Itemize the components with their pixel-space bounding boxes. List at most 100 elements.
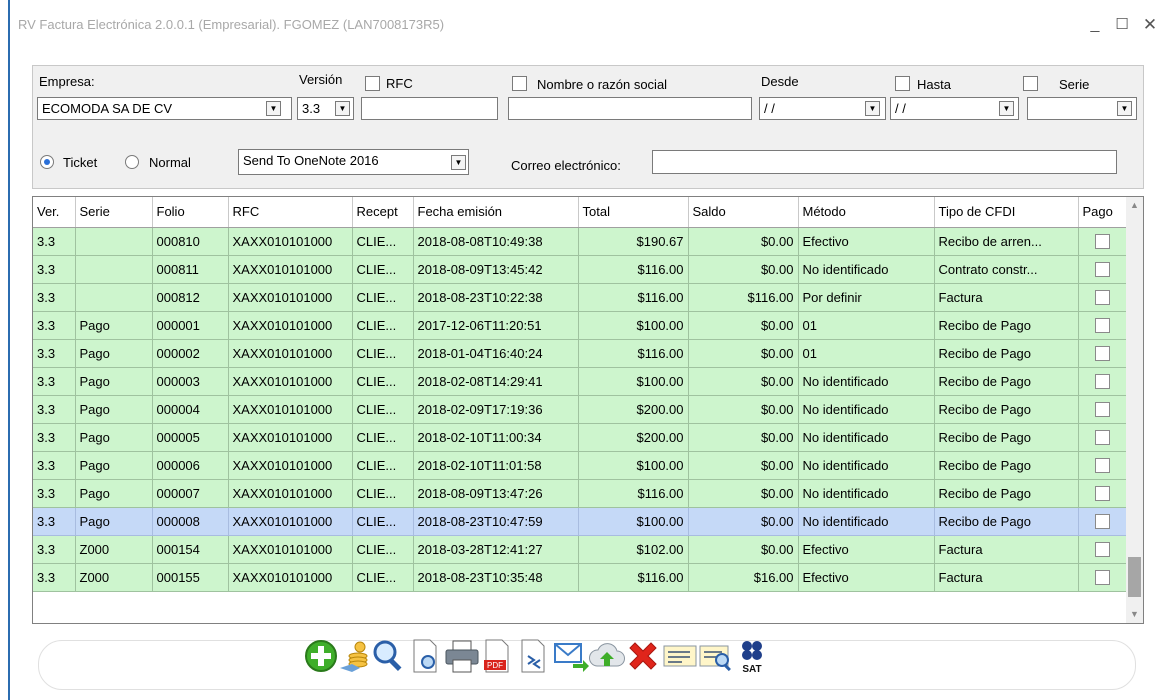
- nombre-input[interactable]: [508, 97, 752, 120]
- table-row[interactable]: 3.3 Pago 000006 XAXX010101000 CLIE... 2018-02…: [33, 451, 1128, 480]
- table-cell: Pago: [75, 451, 153, 480]
- pago-checkbox[interactable]: [1095, 318, 1110, 334]
- add-icon[interactable]: [303, 638, 339, 674]
- serie-dropdown-icon[interactable]: ▼: [1117, 101, 1132, 116]
- pago-checkbox[interactable]: [1095, 346, 1110, 362]
- nombre-checkbox[interactable]: [512, 76, 527, 91]
- invoices-grid[interactable]: Ver. Serie Folio RFC Recept Fecha emisión Tota…: [32, 196, 1144, 624]
- column-header[interactable]: Total: [578, 197, 689, 228]
- scroll-up-icon[interactable]: ▲: [1126, 197, 1143, 214]
- sat-icon[interactable]: SAT: [734, 638, 770, 674]
- table-row[interactable]: 3.3 000811 XAXX010101000 CLIE... 2018-08-09T…: [33, 255, 1128, 284]
- list-search-icon[interactable]: [698, 638, 734, 674]
- preview-document-icon[interactable]: [408, 638, 444, 674]
- pdf-icon[interactable]: PDF: [480, 638, 516, 674]
- pago-checkbox[interactable]: [1095, 542, 1110, 558]
- table-cell: 2018-02-10T11:01:58: [413, 451, 579, 480]
- pago-checkbox[interactable]: [1095, 514, 1110, 530]
- maximize-button[interactable]: ☐: [1110, 14, 1134, 36]
- table-cell: No identificado: [798, 423, 935, 452]
- table-row[interactable]: 3.3 Z000 000155 XAXX010101000 CLIE... 2018-08…: [33, 563, 1128, 592]
- print-icon[interactable]: [444, 638, 480, 674]
- table-row[interactable]: 3.3 Pago 000008 XAXX010101000 CLIE... 2018-08…: [33, 507, 1128, 536]
- column-header[interactable]: Saldo: [688, 197, 799, 228]
- send-email-icon[interactable]: [553, 638, 589, 674]
- table-cell: $116.00: [578, 339, 689, 368]
- pago-checkbox[interactable]: [1095, 486, 1110, 502]
- pago-checkbox[interactable]: [1095, 234, 1110, 250]
- scroll-thumb[interactable]: [1128, 557, 1141, 597]
- rfc-checkbox[interactable]: [365, 76, 380, 91]
- column-header[interactable]: Método: [798, 197, 935, 228]
- serie-checkbox[interactable]: [1023, 76, 1038, 91]
- table-row[interactable]: 3.3 000810 XAXX010101000 CLIE... 2018-08-08T…: [33, 227, 1128, 256]
- minimize-button[interactable]: _: [1083, 14, 1107, 36]
- cloud-upload-icon[interactable]: [589, 638, 625, 674]
- search-icon[interactable]: [371, 638, 407, 674]
- hasta-date-value: / /: [895, 101, 906, 116]
- correo-input[interactable]: [652, 150, 1117, 174]
- close-button[interactable]: ✕: [1138, 14, 1162, 36]
- column-header[interactable]: Pago: [1078, 197, 1128, 228]
- empresa-label: Empresa:: [39, 74, 95, 89]
- table-row[interactable]: 3.3 Pago 000001 XAXX010101000 CLIE... 2017-12…: [33, 311, 1128, 340]
- table-row[interactable]: 3.3 Pago 000004 XAXX010101000 CLIE... 2018-02…: [33, 395, 1128, 424]
- table-row[interactable]: 3.3 Z000 000154 XAXX010101000 CLIE... 2018-03…: [33, 535, 1128, 564]
- empresa-select[interactable]: ECOMODA SA DE CV: [37, 97, 292, 120]
- table-row[interactable]: 3.3 Pago 000007 XAXX010101000 CLIE... 2018-08…: [33, 479, 1128, 508]
- hasta-checkbox[interactable]: [895, 76, 910, 91]
- empresa-dropdown-icon[interactable]: ▼: [266, 101, 281, 116]
- payment-coins-icon[interactable]: [338, 638, 374, 674]
- table-cell: [75, 283, 153, 312]
- column-header[interactable]: Folio: [152, 197, 229, 228]
- printer-dropdown-icon[interactable]: ▼: [451, 155, 466, 170]
- table-cell: CLIE...: [352, 451, 414, 480]
- cancel-icon[interactable]: [625, 638, 661, 674]
- table-cell: Pago: [75, 367, 153, 396]
- table-row[interactable]: 3.3 Pago 000003 XAXX010101000 CLIE... 2018-02…: [33, 367, 1128, 396]
- printer-select[interactable]: Send To OneNote 2016: [238, 149, 469, 175]
- table-cell: 000006: [152, 451, 229, 480]
- version-dropdown-icon[interactable]: ▼: [335, 101, 350, 116]
- pago-checkbox[interactable]: [1095, 262, 1110, 278]
- table-cell: XAXX010101000: [228, 535, 353, 564]
- table-cell: CLIE...: [352, 479, 414, 508]
- invoices-table: Ver. Serie Folio RFC Recept Fecha emisión Tota…: [33, 197, 1128, 592]
- pago-checkbox[interactable]: [1095, 374, 1110, 390]
- hasta-calendar-icon[interactable]: ▼: [999, 101, 1014, 116]
- pago-cell: [1078, 423, 1128, 452]
- pago-checkbox[interactable]: [1095, 458, 1110, 474]
- table-row[interactable]: 3.3 000812 XAXX010101000 CLIE... 2018-08-23T…: [33, 283, 1128, 312]
- table-row[interactable]: 3.3 Pago 000005 XAXX010101000 CLIE... 2018-02…: [33, 423, 1128, 452]
- normal-radio[interactable]: [125, 155, 139, 169]
- pago-cell: [1078, 479, 1128, 508]
- table-cell: 3.3: [33, 479, 76, 508]
- pago-checkbox[interactable]: [1095, 290, 1110, 306]
- column-header[interactable]: RFC: [228, 197, 353, 228]
- column-header[interactable]: Serie: [75, 197, 153, 228]
- table-cell: 3.3: [33, 227, 76, 256]
- ticket-radio[interactable]: [40, 155, 54, 169]
- table-cell: Pago: [75, 507, 153, 536]
- table-row[interactable]: 3.3 Pago 000002 XAXX010101000 CLIE... 2018-01…: [33, 339, 1128, 368]
- pago-checkbox[interactable]: [1095, 570, 1110, 586]
- table-cell: Recibo de Pago: [934, 423, 1079, 452]
- pago-checkbox[interactable]: [1095, 402, 1110, 418]
- column-header[interactable]: Tipo de CFDI: [934, 197, 1079, 228]
- column-header[interactable]: Recept: [352, 197, 414, 228]
- pago-checkbox[interactable]: [1095, 430, 1110, 446]
- table-cell: 3.3: [33, 367, 76, 396]
- desde-calendar-icon[interactable]: ▼: [865, 101, 880, 116]
- list-icon[interactable]: [662, 638, 698, 674]
- vertical-scrollbar[interactable]: ▲ ▼: [1126, 197, 1143, 623]
- table-cell: XAXX010101000: [228, 283, 353, 312]
- xml-document-icon[interactable]: [516, 638, 552, 674]
- column-header[interactable]: Fecha emisión: [413, 197, 579, 228]
- desde-date-value: / /: [764, 101, 775, 116]
- table-cell: CLIE...: [352, 423, 414, 452]
- table-cell: CLIE...: [352, 311, 414, 340]
- rfc-input[interactable]: [361, 97, 498, 120]
- scroll-down-icon[interactable]: ▼: [1126, 606, 1143, 623]
- table-cell: 3.3: [33, 283, 76, 312]
- column-header[interactable]: Ver.: [33, 197, 76, 228]
